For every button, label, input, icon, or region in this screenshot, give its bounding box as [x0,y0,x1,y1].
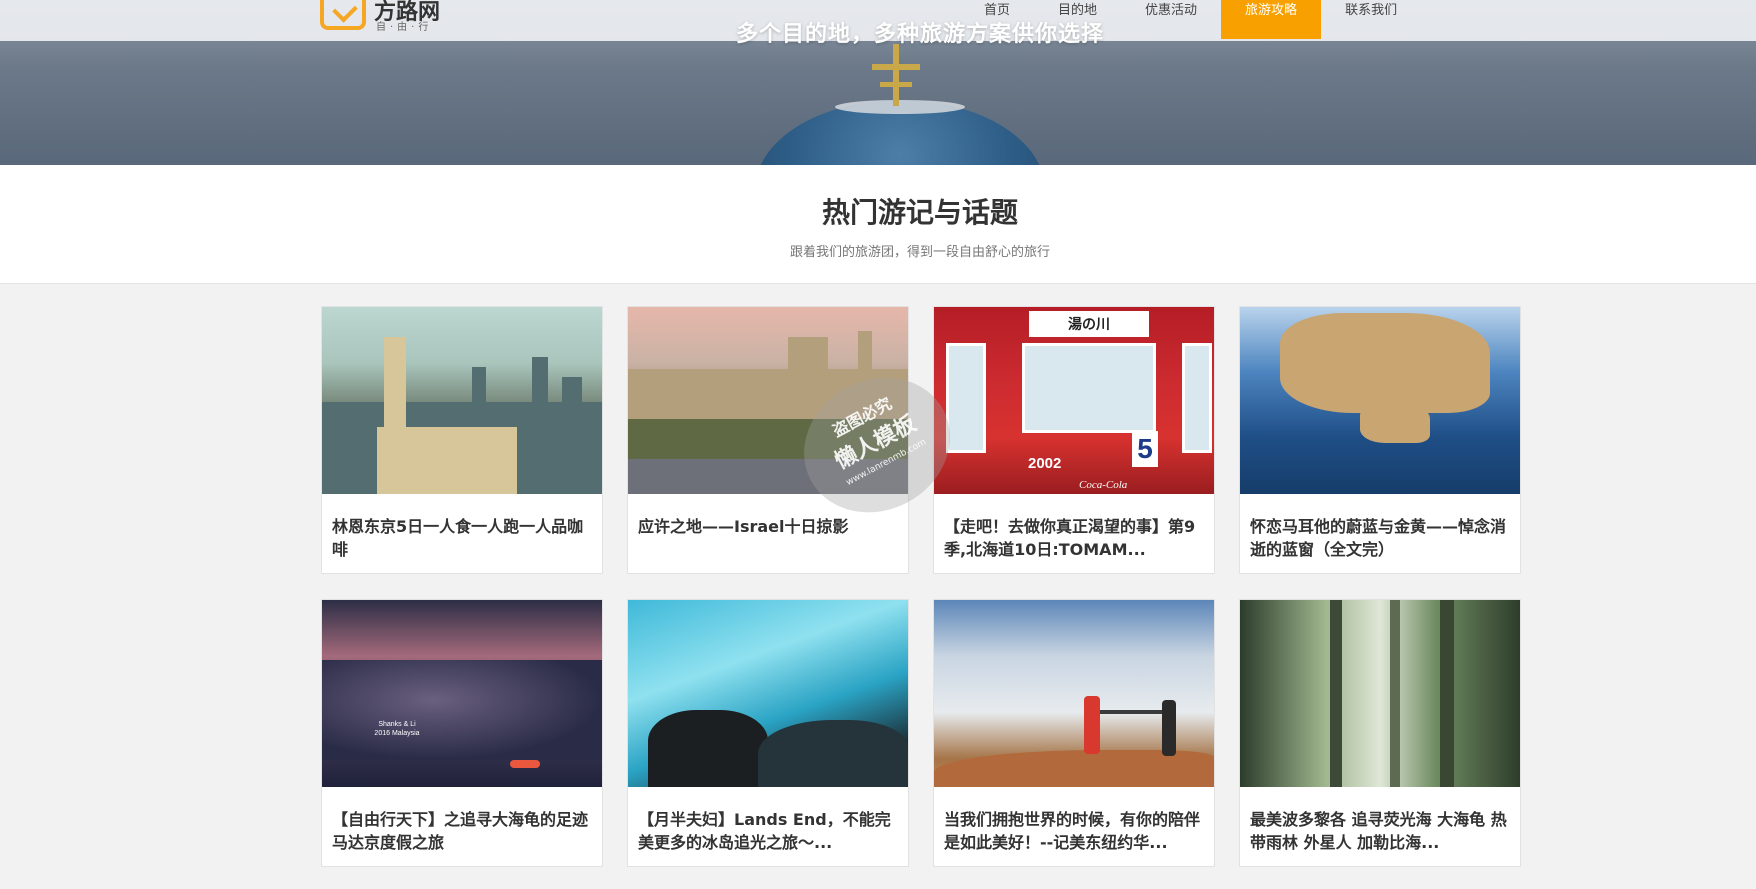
card-title[interactable]: 【自由行天下】之追寻大海龟的足迹马达京度假之旅 [332,808,594,854]
card-image-ice-cave[interactable] [628,600,908,787]
travelogue-card[interactable]: 【月半夫妇】Lands End，不能完美更多的冰岛追光之旅～... [627,599,909,867]
cross-bar [872,64,920,70]
card-title[interactable]: 【走吧！去做你真正渴望的事】第9季,北海道10日:TOMAM... [944,515,1206,561]
travelogue-card[interactable]: 怀恋马耳他的蔚蓝与金黄——悼念消逝的蓝窗（全文完） [1239,306,1521,574]
card-image-train[interactable]: 湯の川 5 2002 Coca-Cola [934,307,1214,494]
dome-ring [835,100,965,114]
card-image-hikers[interactable] [934,600,1214,787]
train-destination-sign: 湯の川 [1029,311,1149,337]
travelogue-card[interactable]: 当我们拥抱世界的时候，有你的陪伴是如此美好！--记美东纽约华... [933,599,1215,867]
train-number: 5 [1132,431,1158,467]
cross-icon [893,44,899,106]
card-title[interactable]: 怀恋马耳他的蔚蓝与金黄——悼念消逝的蓝窗（全文完） [1250,515,1512,561]
card-image-sunset-clouds[interactable]: Shanks & Li 2016 Malaysia [322,600,602,787]
section-subtitle: 跟着我们的旅游团，得到一段自由舒心的旅行 [789,245,1050,260]
travelogue-card[interactable]: 林恩东京5日一人食一人跑一人品咖啡 [321,306,603,574]
train-id: 2002 [1028,455,1062,472]
travelogue-card[interactable]: Shanks & Li 2016 Malaysia 【自由行天下】之追寻大海龟的… [321,599,603,867]
section-header: 热门游记与话题 跟着我们的旅游团，得到一段自由舒心的旅行 [0,165,1756,284]
card-title[interactable]: 【月半夫妇】Lands End，不能完美更多的冰岛追光之旅～... [638,808,900,854]
section-title: 热门游记与话题 [821,196,1018,229]
card-title[interactable]: 林恩东京5日一人食一人跑一人品咖啡 [332,515,594,561]
cross-bar-lower [880,82,912,87]
card-image-tokyo[interactable] [322,307,602,494]
travelogue-card[interactable]: 湯の川 5 2002 Coca-Cola 【走吧！去做你真正渴望的事】第9季,北… [933,306,1215,574]
photo-caption-1: Shanks & Li [378,721,416,728]
card-image-rainforest[interactable] [1240,600,1520,787]
train-brand-logo: Coca-Cola [1079,479,1128,491]
photo-caption-2: 2016 Malaysia [374,730,420,737]
card-title[interactable]: 应许之地——Israel十日掠影 [638,515,900,538]
card-title[interactable]: 当我们拥抱世界的时候，有你的陪伴是如此美好！--记美东纽约华... [944,808,1206,854]
card-image-malta[interactable] [1240,307,1520,494]
hero-slogan: 多个目的地，多种旅游方案供你选择 [735,22,1104,47]
card-title[interactable]: 最美波多黎各 追寻荧光海 大海龟 热带雨林 外星人 加勒比海... [1250,808,1512,854]
travelogue-card[interactable]: 最美波多黎各 追寻荧光海 大海龟 热带雨林 外星人 加勒比海... [1239,599,1521,867]
